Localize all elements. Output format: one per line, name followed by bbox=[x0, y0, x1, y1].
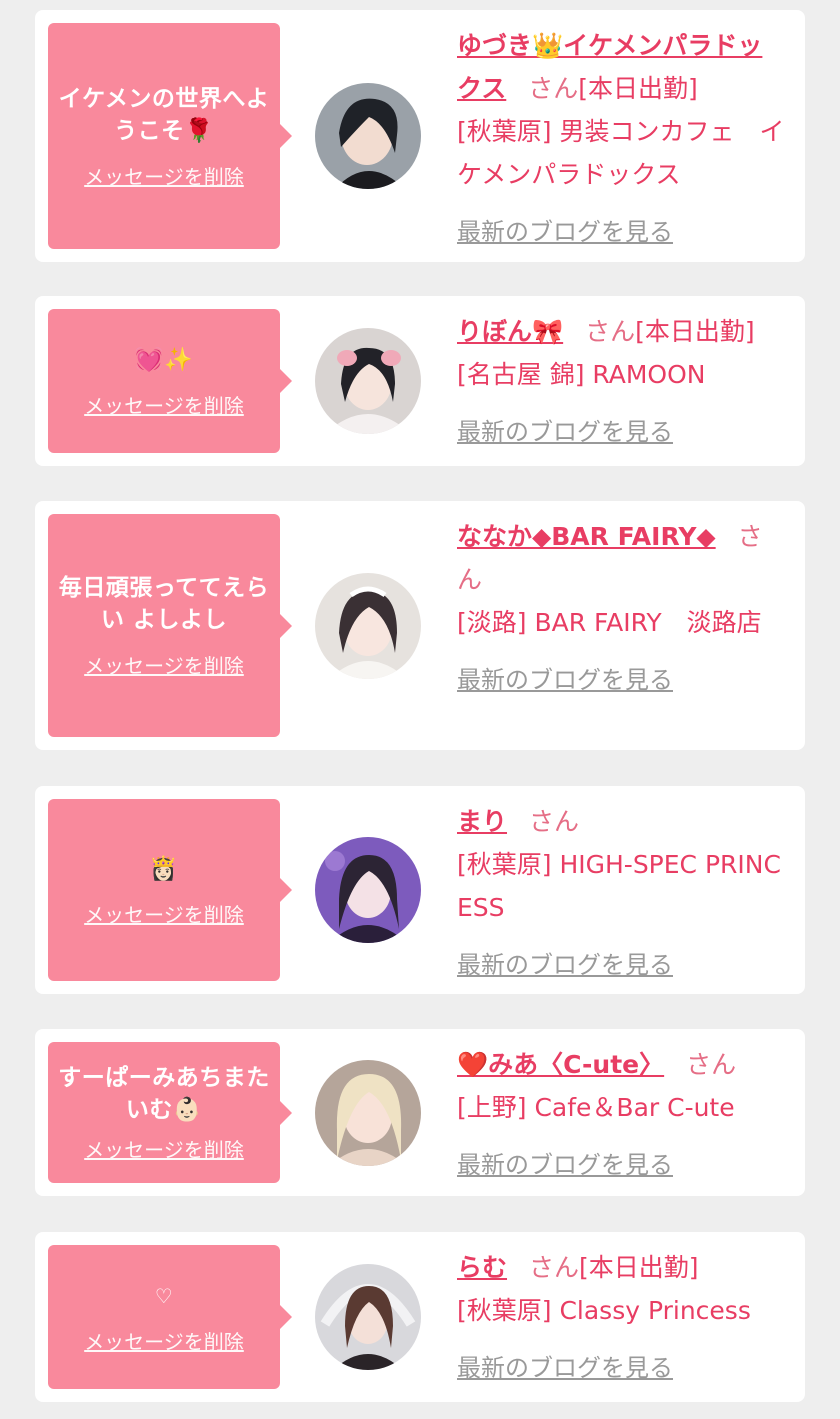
latest-blog-link[interactable]: 最新のブログを見る bbox=[457, 211, 673, 254]
latest-blog-link[interactable]: 最新のブログを見る bbox=[457, 659, 673, 702]
latest-blog-link[interactable]: 最新のブログを見る bbox=[457, 411, 673, 454]
latest-blog-link[interactable]: 最新のブログを見る bbox=[457, 944, 673, 987]
message-text: 👸🏻 bbox=[149, 855, 179, 882]
delete-message-link[interactable]: メッセージを削除 bbox=[84, 1134, 244, 1163]
attendance-status: [本日出勤] bbox=[635, 317, 755, 346]
delete-message-link[interactable]: メッセージを削除 bbox=[84, 1326, 244, 1355]
message-card: 👸🏻 メッセージを削除 まり さん [秋葉原] HIGH-SPEC PRINCES… bbox=[35, 786, 805, 994]
message-text: 毎日頑張っててえらい よしよし bbox=[58, 575, 270, 633]
message-card: 毎日頑張っててえらい よしよし メッセージを削除 ななか◆BAR FAIRY◆ さ… bbox=[35, 501, 805, 750]
shop-name: [上野] Cafe＆Bar C-ute bbox=[457, 1093, 735, 1122]
shop-name: [名古屋 錦] RAMOON bbox=[457, 360, 706, 389]
honorific-label: さん bbox=[529, 807, 580, 836]
avatar[interactable] bbox=[315, 83, 421, 189]
avatar-photo-icon bbox=[315, 83, 421, 189]
cast-info: ななか◆BAR FAIRY◆ さん [淡路] BAR FAIRY 淡路店 最新のブ… bbox=[457, 515, 785, 702]
honorific-label: さん bbox=[686, 1050, 737, 1079]
message-bubble: ♡ メッセージを削除 bbox=[48, 1245, 292, 1389]
cast-info: らむ さん[本日出勤] [秋葉原] Classy Princess 最新のブログを… bbox=[457, 1246, 785, 1390]
honorific-label: さん bbox=[529, 1253, 580, 1282]
shop-name: [秋葉原] HIGH-SPEC PRINCESS bbox=[457, 850, 781, 922]
message-text: ♡ bbox=[154, 1283, 174, 1308]
message-bubble: 💓✨ メッセージを削除 bbox=[48, 309, 292, 453]
message-card: イケメンの世界へようこそ🌹 メッセージを削除 ゆづき👑イケメンパラドックス さん[… bbox=[35, 10, 805, 262]
message-bubble: 毎日頑張っててえらい よしよし メッセージを削除 bbox=[48, 514, 292, 737]
cast-name-link[interactable]: ななか◆BAR FAIRY◆ bbox=[457, 522, 716, 551]
message-bubble: 👸🏻 メッセージを削除 bbox=[48, 799, 292, 981]
message-text: すーぱーみあちまたいむ👶🏻 bbox=[58, 1065, 270, 1123]
delete-message-link[interactable]: メッセージを削除 bbox=[84, 161, 244, 190]
avatar[interactable] bbox=[315, 328, 421, 434]
message-bubble: すーぱーみあちまたいむ👶🏻 メッセージを削除 bbox=[48, 1042, 292, 1183]
delete-message-link[interactable]: メッセージを削除 bbox=[84, 650, 244, 679]
shop-name: [淡路] BAR FAIRY 淡路店 bbox=[457, 608, 762, 637]
message-text: 💓✨ bbox=[134, 346, 194, 373]
latest-blog-link[interactable]: 最新のブログを見る bbox=[457, 1347, 673, 1390]
attendance-status: [本日出勤] bbox=[579, 1253, 699, 1282]
avatar[interactable] bbox=[315, 573, 421, 679]
message-card: 💓✨ メッセージを削除 りぼん🎀 さん[本日出勤] [名古屋 錦] RAMOON … bbox=[35, 296, 805, 466]
shop-name: [秋葉原] Classy Princess bbox=[457, 1296, 751, 1325]
delete-message-link[interactable]: メッセージを削除 bbox=[84, 390, 244, 419]
avatar-photo-icon bbox=[315, 573, 421, 679]
message-card: すーぱーみあちまたいむ👶🏻 メッセージを削除 ❤️みあ〈C-ute〉 さん [上野… bbox=[35, 1029, 805, 1196]
cast-info: ❤️みあ〈C-ute〉 さん [上野] Cafe＆Bar C-ute 最新のブログ… bbox=[457, 1043, 785, 1187]
delete-message-link[interactable]: メッセージを削除 bbox=[84, 899, 244, 928]
avatar-photo-icon bbox=[315, 837, 421, 943]
avatar[interactable] bbox=[315, 1264, 421, 1370]
honorific-label: さん bbox=[585, 317, 636, 346]
cast-info: りぼん🎀 さん[本日出勤] [名古屋 錦] RAMOON 最新のブログを見る bbox=[457, 310, 785, 454]
cast-name-link[interactable]: らむ bbox=[457, 1253, 507, 1282]
avatar-photo-icon bbox=[315, 1264, 421, 1370]
shop-name: [秋葉原] 男装コンカフェ イケメンパラドックス bbox=[457, 117, 785, 189]
cast-name-link[interactable]: まり bbox=[457, 807, 507, 836]
avatar-photo-icon bbox=[315, 328, 421, 434]
message-text: イケメンの世界へようこそ🌹 bbox=[58, 85, 270, 144]
cast-name-link[interactable]: りぼん🎀 bbox=[457, 317, 563, 346]
cast-info: ゆづき👑イケメンパラドックス さん[本日出勤] [秋葉原] 男装コンカフェ イケメ… bbox=[457, 24, 785, 254]
latest-blog-link[interactable]: 最新のブログを見る bbox=[457, 1144, 673, 1187]
message-list: イケメンの世界へようこそ🌹 メッセージを削除 ゆづき👑イケメンパラドックス さん[… bbox=[0, 0, 840, 1419]
honorific-label: さん bbox=[528, 74, 579, 103]
avatar[interactable] bbox=[315, 1060, 421, 1166]
message-card: ♡ メッセージを削除 らむ さん[本日出勤] [秋葉原] Classy Princ… bbox=[35, 1232, 805, 1402]
message-bubble: イケメンの世界へようこそ🌹 メッセージを削除 bbox=[48, 23, 292, 249]
avatar[interactable] bbox=[315, 837, 421, 943]
attendance-status: [本日出勤] bbox=[578, 74, 698, 103]
cast-name-link[interactable]: ❤️みあ〈C-ute〉 bbox=[457, 1050, 664, 1079]
avatar-photo-icon bbox=[315, 1060, 421, 1166]
cast-info: まり さん [秋葉原] HIGH-SPEC PRINCESS 最新のブログを見る bbox=[457, 800, 785, 987]
